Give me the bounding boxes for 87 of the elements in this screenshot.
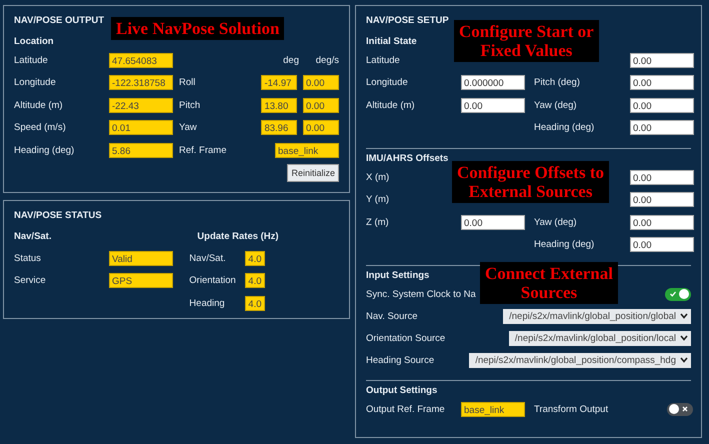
field-label: Nav. Source — [366, 310, 418, 322]
caret-icon — [680, 313, 688, 319]
caret-icon — [680, 335, 688, 341]
field-label: Altitude (m) — [14, 100, 64, 111]
readout-field: -22.43 — [109, 98, 173, 113]
input-field[interactable]: 0.00 — [630, 170, 694, 185]
input-field[interactable]: 0.00 — [630, 120, 694, 136]
field-label: Orientation — [189, 275, 237, 286]
readout-field: 13.80 — [261, 98, 298, 113]
input-field[interactable]: 0.00 — [630, 237, 694, 252]
field-label: Pitch (deg) — [534, 77, 580, 88]
field-label: Status — [14, 252, 42, 264]
input-field[interactable]: 0.00 — [630, 75, 694, 90]
toggle-switch[interactable] — [665, 288, 691, 300]
panel-title: NAV/POSE OUTPUT — [14, 14, 104, 28]
panel-title: NAV/POSE SETUP — [366, 14, 449, 28]
readout-field: -122.318758 — [109, 75, 173, 90]
panel-title: NAV/POSE STATUS — [14, 209, 102, 223]
close-icon — [682, 406, 688, 412]
source-dropdown[interactable]: /nepi/s2x/mavlink/global_position/compass_hdg — [469, 352, 691, 368]
field-label: Transform Output — [534, 404, 608, 415]
readout-field: -14.97 — [261, 75, 298, 90]
caret-icon — [680, 357, 688, 363]
field-label: Yaw — [179, 122, 198, 134]
field-label: Roll — [179, 77, 196, 88]
input-field[interactable]: 0.00 — [630, 214, 694, 230]
source-dropdown[interactable]: /nepi/s2x/mavlink/global_position/global — [503, 308, 691, 324]
section-heading: Update Rates (Hz) — [196, 230, 279, 244]
field-label: Speed (m/s) — [14, 122, 67, 134]
field-label: Service — [14, 275, 47, 286]
field-label: Sync. System Clock to Na — [366, 288, 476, 300]
section-heading: Location — [14, 35, 54, 49]
field-label: Heading (deg) — [534, 239, 594, 250]
toggle-switch[interactable] — [667, 402, 693, 416]
field-label: Heading (deg) — [534, 122, 594, 134]
field-label: X (m) — [366, 172, 390, 183]
annotation-callout: Configure Offsets to External Sources — [452, 161, 609, 203]
readout-field: 4.0 — [245, 250, 265, 266]
field-label: Longitude — [14, 77, 57, 88]
field-label: Ref. Frame — [179, 144, 228, 156]
readout-field: 4.0 — [245, 273, 265, 288]
check-icon — [670, 291, 676, 297]
field-label: Longitude — [366, 77, 408, 88]
section-heading: Nav/Sat. — [14, 230, 52, 244]
field-label: Heading Source — [366, 354, 434, 366]
field-label: Altitude (m) — [366, 100, 415, 111]
field-label: Yaw (deg) — [534, 100, 577, 111]
readout-field: GPS — [109, 273, 173, 288]
field-label: Yaw (deg) — [534, 216, 577, 228]
field-label: Z (m) — [366, 216, 389, 228]
field-label: Latitude — [14, 54, 49, 66]
input-field[interactable]: 0.00 — [630, 52, 694, 68]
column-header: deg/s — [314, 54, 339, 66]
readout-field: base_link — [461, 402, 525, 417]
readout-field: 0.00 — [303, 75, 339, 90]
readout-field: 4.0 — [245, 296, 265, 311]
field-label: Y (m) — [366, 194, 390, 206]
input-field[interactable]: 0.000000 — [461, 75, 525, 90]
field-label: Latitude — [366, 54, 400, 66]
readout-field: 0.00 — [303, 98, 339, 113]
section-heading: Output Settings — [366, 384, 438, 398]
field-label: Nav/Sat. — [189, 252, 227, 264]
annotation-callout: Connect External Sources — [480, 262, 618, 304]
readout-field: 47.654083 — [109, 52, 173, 68]
field-label: Heading (deg) — [14, 144, 76, 156]
input-field[interactable]: 0.00 — [461, 214, 525, 230]
section-heading: Input Settings — [366, 269, 430, 283]
readout-field: 0.00 — [303, 120, 339, 136]
input-field[interactable]: 0.00 — [461, 98, 525, 113]
field-label: Pitch — [179, 100, 202, 111]
source-dropdown[interactable]: /nepi/s2x/mavlink/global_position/local — [508, 330, 691, 346]
annotation-callout: Configure Start or Fixed Values — [454, 20, 599, 62]
section-heading: Initial State — [366, 35, 417, 49]
readout-field: 0.01 — [109, 120, 173, 136]
input-field[interactable]: 0.00 — [630, 98, 694, 113]
section-heading: IMU/AHRS Offsets — [366, 152, 448, 166]
column-header: deg — [282, 54, 299, 66]
field-label: Heading — [189, 298, 226, 309]
field-label: Orientation Source — [366, 332, 446, 344]
reinitialize-button[interactable]: Reinitialize — [287, 164, 339, 182]
annotation-callout: Live NavPose Solution — [111, 17, 284, 40]
readout-field: 5.86 — [109, 142, 173, 158]
readout-field: 83.96 — [261, 120, 298, 136]
readout-field: Valid — [109, 250, 173, 266]
input-field[interactable]: 0.00 — [630, 192, 694, 208]
field-label: Output Ref. Frame — [366, 404, 445, 415]
readout-field: base_link — [275, 142, 339, 158]
